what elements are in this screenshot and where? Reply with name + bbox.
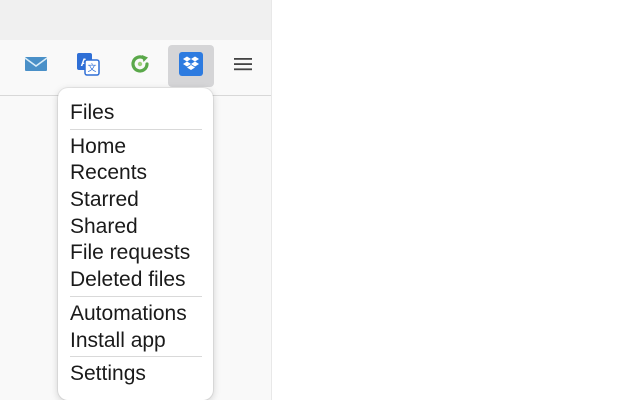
menu-item-recents[interactable]: Recents <box>70 160 147 186</box>
menu-item-install-app[interactable]: Install app <box>70 328 166 354</box>
refresh-icon <box>129 53 151 80</box>
menu-item-settings[interactable]: Settings <box>70 361 146 387</box>
menu-item-shared[interactable]: Shared <box>70 214 138 240</box>
title-bar <box>0 0 271 40</box>
dropbox-icon <box>179 51 203 81</box>
translate-extension-button[interactable]: A 文 <box>65 45 111 87</box>
translate-icon: A 文 <box>75 51 101 82</box>
menu-divider <box>70 296 202 297</box>
menu-divider <box>70 129 202 130</box>
mail-icon <box>24 55 48 78</box>
menu-item-deleted-files[interactable]: Deleted files <box>70 267 186 293</box>
app-menu-button[interactable] <box>220 45 266 87</box>
menu-item-starred[interactable]: Starred <box>70 187 139 213</box>
menu-item-home[interactable]: Home <box>70 134 126 160</box>
dropbox-extension-button[interactable] <box>168 45 214 87</box>
refresh-extension-button[interactable] <box>117 45 163 87</box>
mail-extension-button[interactable] <box>13 45 59 87</box>
menu-item-files[interactable]: Files <box>70 100 114 126</box>
menu-item-file-requests[interactable]: File requests <box>70 240 190 266</box>
menu-item-automations[interactable]: Automations <box>70 301 187 327</box>
svg-text:文: 文 <box>87 62 96 74</box>
hamburger-menu-icon <box>233 56 253 77</box>
menu-divider <box>70 356 202 357</box>
dropbox-dropdown-menu: Files Home Recents Starred Shared File r… <box>58 88 213 400</box>
